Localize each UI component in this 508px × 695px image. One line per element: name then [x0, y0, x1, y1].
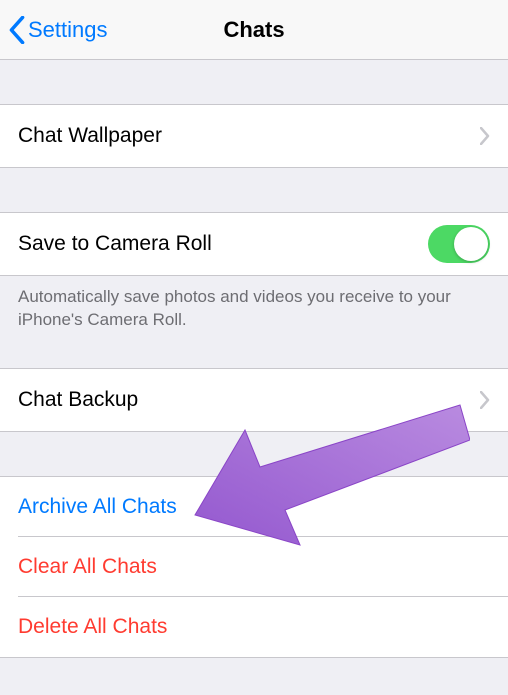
spacer	[0, 168, 508, 212]
switch-knob	[454, 227, 488, 261]
save-camera-roll-label: Save to Camera Roll	[18, 232, 212, 256]
chat-backup-row[interactable]: Chat Backup	[0, 368, 508, 432]
spacer	[0, 432, 508, 476]
chat-backup-label: Chat Backup	[18, 388, 138, 412]
spacer	[0, 60, 508, 104]
actions-group: Archive All Chats Clear All Chats Delete…	[0, 476, 508, 658]
chevron-right-icon	[480, 127, 490, 145]
save-camera-roll-row: Save to Camera Roll	[0, 212, 508, 276]
clear-all-chats-label: Clear All Chats	[18, 555, 157, 579]
chat-wallpaper-label: Chat Wallpaper	[18, 124, 162, 148]
page-title: Chats	[223, 17, 284, 43]
save-camera-roll-toggle[interactable]	[428, 225, 490, 263]
spacer	[0, 332, 508, 368]
archive-all-chats-row[interactable]: Archive All Chats	[0, 477, 508, 537]
archive-all-chats-label: Archive All Chats	[18, 495, 177, 519]
back-button[interactable]: Settings	[8, 0, 108, 59]
nav-bar: Settings Chats	[0, 0, 508, 60]
chat-wallpaper-row[interactable]: Chat Wallpaper	[0, 104, 508, 168]
delete-all-chats-row[interactable]: Delete All Chats	[0, 597, 508, 657]
delete-all-chats-label: Delete All Chats	[18, 615, 167, 639]
save-camera-roll-footer: Automatically save photos and videos you…	[0, 276, 508, 332]
chevron-left-icon	[8, 16, 26, 44]
chevron-right-icon	[480, 391, 490, 409]
clear-all-chats-row[interactable]: Clear All Chats	[0, 537, 508, 597]
back-label: Settings	[28, 17, 108, 43]
